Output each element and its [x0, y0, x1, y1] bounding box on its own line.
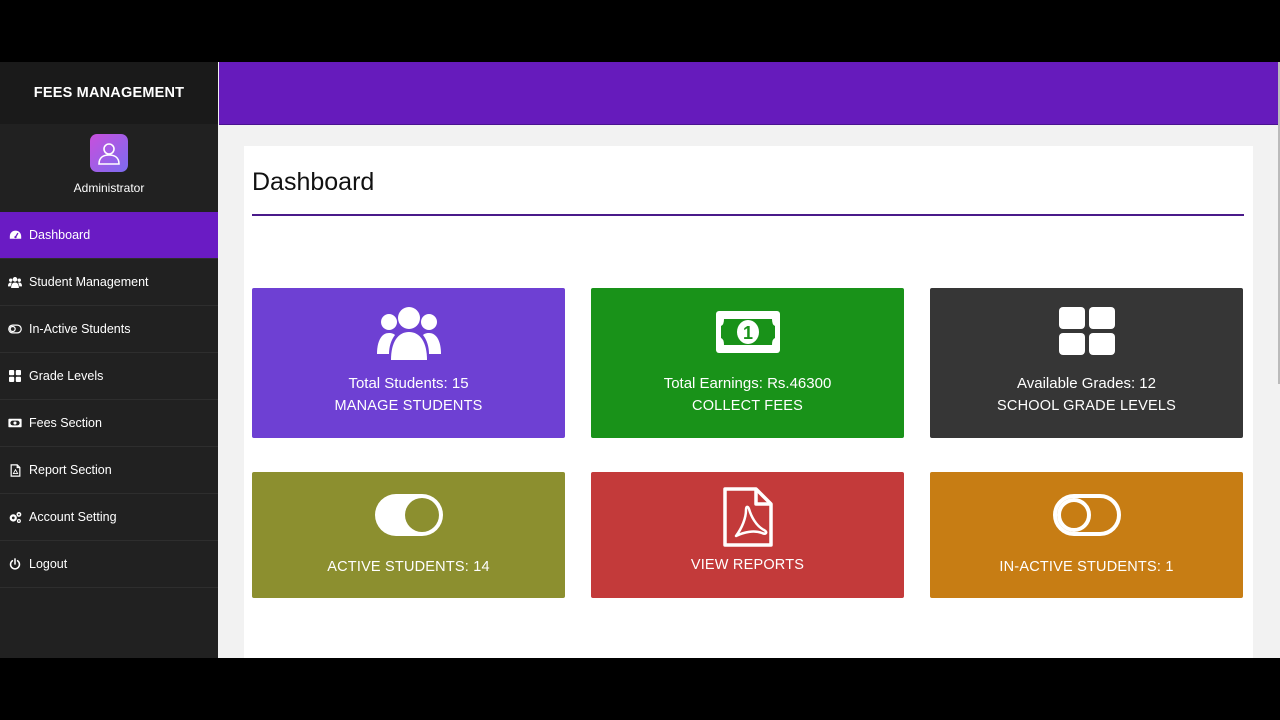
sidebar-item-label: Report Section: [29, 463, 112, 477]
grid-icon: [8, 369, 22, 383]
card-stat: Total Students: 15: [348, 375, 469, 392]
top-bar: [219, 62, 1278, 125]
user-name: Administrator: [73, 181, 145, 195]
card-label: VIEW REPORTS: [690, 557, 805, 573]
grid-icon: [1054, 302, 1120, 367]
pdf-file-icon: [8, 463, 22, 477]
card-inactive-students[interactable]: IN-ACTIVE STUDENTS: 1: [930, 472, 1243, 598]
svg-text:1: 1: [742, 323, 752, 343]
sidebar-item-student-management[interactable]: Student Management: [0, 259, 218, 306]
card-collect-fees[interactable]: 1 Total Earnings: Rs.46300 COLLECT FEES: [591, 288, 904, 438]
title-divider: [252, 214, 1244, 216]
money-bill-icon: [8, 416, 22, 430]
toggle-off-icon: [8, 322, 22, 336]
card-label: MANAGE STUDENTS: [334, 398, 483, 414]
sidebar-menu: Dashboard Student Management In-Active S…: [0, 212, 218, 588]
toggle-on-icon: [374, 492, 444, 543]
card-label: ACTIVE STUDENTS: 14: [327, 559, 490, 575]
card-label: COLLECT FEES: [692, 398, 803, 414]
card-view-reports[interactable]: VIEW REPORTS: [591, 472, 904, 598]
pdf-file-icon: [720, 487, 776, 553]
user-avatar-icon[interactable]: [90, 134, 128, 172]
card-label: IN-ACTIVE STUDENTS: 1: [999, 559, 1174, 575]
card-active-students[interactable]: ACTIVE STUDENTS: 14: [252, 472, 565, 598]
brand-title: FEES MANAGEMENT: [0, 62, 218, 124]
card-manage-students[interactable]: Total Students: 15 MANAGE STUDENTS: [252, 288, 565, 438]
dashboard-icon: [8, 228, 22, 242]
sidebar-item-label: Fees Section: [29, 416, 102, 430]
users-icon: [376, 302, 442, 367]
sidebar-item-logout[interactable]: Logout: [0, 541, 218, 588]
app-window: FEES MANAGEMENT Administrator Dashboard: [0, 62, 1280, 658]
money-bill-icon: 1: [715, 302, 781, 367]
sidebar-item-label: Logout: [29, 557, 68, 571]
page-title: Dashboard: [252, 168, 375, 196]
power-icon: [8, 557, 22, 571]
sidebar-item-grade-levels[interactable]: Grade Levels: [0, 353, 218, 400]
sidebar-item-label: Student Management: [29, 275, 149, 289]
sidebar-item-inactive-students[interactable]: In-Active Students: [0, 306, 218, 353]
sidebar-item-label: Account Setting: [29, 510, 117, 524]
user-profile: Administrator: [0, 124, 218, 212]
sidebar-item-report-section[interactable]: Report Section: [0, 447, 218, 494]
toggle-off-icon: [1052, 492, 1122, 543]
card-stat: Total Earnings: Rs.46300: [663, 375, 832, 392]
sidebar-item-account-setting[interactable]: Account Setting: [0, 494, 218, 541]
sidebar-item-fees-section[interactable]: Fees Section: [0, 400, 218, 447]
gears-icon: [8, 510, 22, 524]
main-content: Dashboard Total Students: 15 MANAGE STUD…: [244, 146, 1253, 658]
sidebar-item-label: Dashboard: [29, 228, 91, 242]
sidebar-item-label: Grade Levels: [29, 369, 104, 383]
sidebar-item-dashboard[interactable]: Dashboard: [0, 212, 218, 259]
card-stat: Available Grades: 12: [1017, 375, 1156, 392]
card-grade-levels[interactable]: Available Grades: 12 SCHOOL GRADE LEVELS: [930, 288, 1243, 438]
card-label: SCHOOL GRADE LEVELS: [997, 398, 1176, 414]
sidebar-item-label: In-Active Students: [29, 322, 131, 336]
users-icon: [8, 275, 22, 289]
sidebar: FEES MANAGEMENT Administrator Dashboard: [0, 62, 218, 658]
